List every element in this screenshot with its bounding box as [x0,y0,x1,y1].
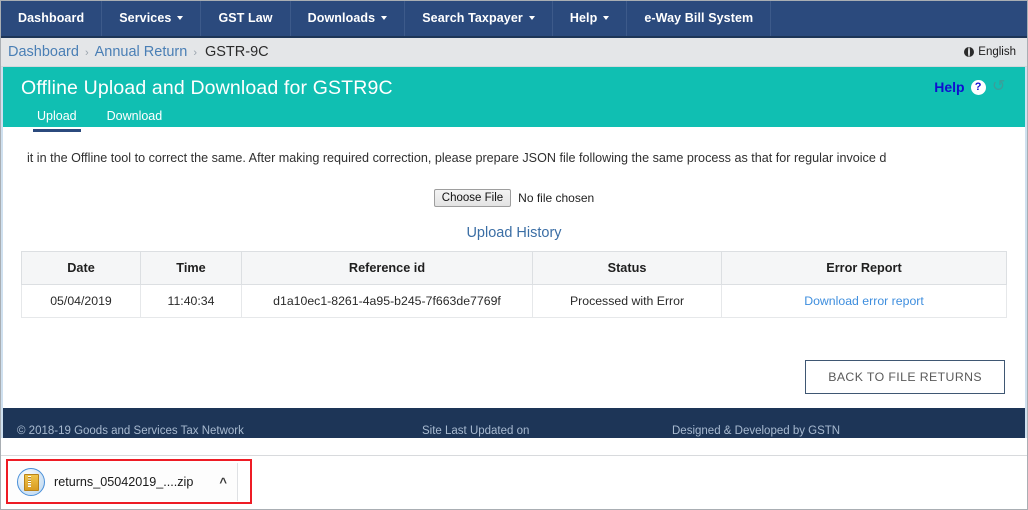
nav-label: Help [569,11,598,25]
instruction-text: it in the Offline tool to correct the sa… [27,151,887,165]
nav-item-help[interactable]: Help [553,0,628,36]
upload-history-table: Date Time Reference id Status Error Repo… [21,251,1007,318]
page-viewport: Dashboard Services GST Law Downloads Sea… [0,0,1028,455]
tab-upload[interactable]: Upload [33,106,81,132]
nav-label: Dashboard [18,11,85,25]
nav-item-gst-law[interactable]: GST Law [201,0,291,36]
footer-developed-by: Designed & Developed by GSTN [672,425,841,437]
back-to-file-returns-button[interactable]: BACK TO FILE RETURNS [805,360,1005,394]
main-navigation: Dashboard Services GST Law Downloads Sea… [0,0,1028,38]
column-header-date: Date [21,251,141,285]
column-header-reference-id: Reference id [241,251,533,285]
footer-copyright: © 2018-19 Goods and Services Tax Network [17,425,244,437]
zip-file-icon [17,468,45,496]
column-header-error-report: Error Report [721,251,1007,285]
nav-item-dashboard[interactable]: Dashboard [0,0,103,36]
breadcrumb-item-dashboard[interactable]: Dashboard [8,44,79,60]
nav-item-downloads[interactable]: Downloads [291,0,406,36]
chevron-down-icon [381,16,388,20]
tab-label: Upload [37,109,77,123]
nav-item-services[interactable]: Services [102,0,202,36]
file-upload-row: Choose File No file chosen [21,188,1007,207]
globe-icon [964,47,975,57]
table-header-row: Date Time Reference id Status Error Repo… [21,251,1007,285]
tab-download[interactable]: Download [103,106,167,132]
chevron-up-icon[interactable]: ^ [219,475,227,490]
main-content: it in the Offline tool to correct the sa… [3,127,1025,394]
table-row: 05/04/2019 11:40:34 d1a10ec1-8261-4a95-b… [21,284,1007,318]
cell-date: 05/04/2019 [21,284,141,318]
download-item[interactable]: returns_05042019_....zip ^ [10,463,238,501]
chevron-down-icon [603,16,610,20]
footer-site-updated: Site Last Updated on [422,425,530,437]
tab-label: Download [106,109,163,123]
page-footer: © 2018-19 Goods and Services Tax Network… [3,408,1025,438]
nav-label: e-Way Bill System [644,11,754,25]
nav-label: Search Taxpayer [422,11,523,25]
language-label: English [978,46,1016,58]
help-link[interactable]: Help [934,79,964,95]
nav-item-eway-bill-system[interactable]: e-Way Bill System [627,0,772,36]
cell-error-report: Download error report [721,284,1007,318]
chevron-down-icon [177,16,184,20]
breadcrumb-separator: › [193,47,197,59]
question-mark-icon[interactable]: ? [970,79,986,95]
breadcrumb: Dashboard › Annual Return › GSTR-9C [8,44,269,60]
cell-reference-id: d1a10ec1-8261-4a95-b245-7f663de7769f [241,284,533,318]
cell-status: Processed with Error [532,284,722,318]
download-file-name: returns_05042019_....zip [54,475,194,489]
column-header-time: Time [140,251,242,285]
column-header-status: Status [532,251,722,285]
help-group: Help ? ↻ [934,78,1005,95]
breadcrumb-item-annual-return[interactable]: Annual Return [95,44,188,60]
browser-download-bar: returns_05042019_....zip ^ [0,455,1028,510]
file-name-label: No file chosen [518,191,595,205]
page-title: Offline Upload and Download for GSTR9C [21,77,393,99]
file-input[interactable]: Choose File No file chosen [433,189,595,207]
page-tabs: Upload Download [21,106,1007,132]
breadcrumb-bar: Dashboard › Annual Return › GSTR-9C Engl… [0,38,1028,67]
action-row: BACK TO FILE RETURNS [21,360,1007,394]
page-header: Offline Upload and Download for GSTR9C H… [3,67,1025,132]
nav-item-search-taxpayer[interactable]: Search Taxpayer [405,0,553,36]
choose-file-button[interactable]: Choose File [433,189,512,207]
language-selector[interactable]: English [964,46,1018,58]
browser-window: Dashboard Services GST Law Downloads Sea… [0,0,1028,510]
breadcrumb-separator: › [84,47,89,59]
refresh-icon[interactable]: ↻ [992,78,1005,95]
nav-label: Downloads [307,11,376,25]
nav-label: GST Law [218,11,273,25]
download-error-report-link[interactable]: Download error report [804,294,924,308]
breadcrumb-item-gstr-9c: GSTR-9C [204,44,269,60]
chevron-down-icon [528,16,535,20]
nav-label: Services [119,11,172,25]
page-frame: Offline Upload and Download for GSTR9C H… [0,67,1028,438]
upload-history-title: Upload History [466,225,562,241]
cell-time: 11:40:34 [140,284,242,318]
zip-glyph [23,473,39,491]
